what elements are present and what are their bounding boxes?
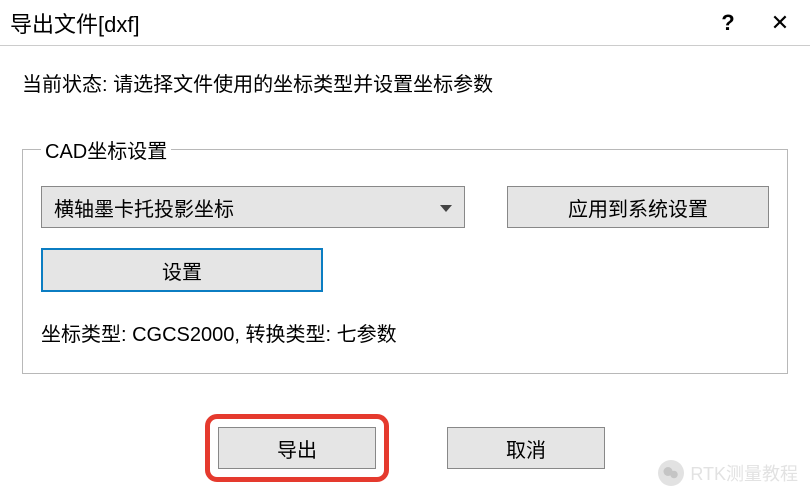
export-highlight: 导出: [205, 414, 389, 482]
fieldset-legend: CAD坐标设置: [41, 135, 171, 164]
titlebar: 导出文件[dxf] ? ✕: [0, 0, 810, 46]
export-button[interactable]: 导出: [218, 427, 376, 469]
chevron-down-icon: [440, 205, 452, 212]
cad-coord-fieldset: CAD坐标设置 横轴墨卡托投影坐标 应用到系统设置 设置 坐标类型: CGCS2…: [22, 135, 788, 374]
watermark-text: RTK测量教程: [690, 460, 798, 486]
projection-selected-value: 横轴墨卡托投影坐标: [54, 193, 234, 222]
cancel-wrap: 取消: [447, 414, 605, 482]
dialog-content: 当前状态: 请选择文件使用的坐标类型并设置坐标参数 CAD坐标设置 横轴墨卡托投…: [0, 46, 810, 374]
status-text: 请选择文件使用的坐标类型并设置坐标参数: [113, 74, 493, 96]
close-button[interactable]: ✕: [754, 10, 806, 36]
settings-label: 设置: [162, 256, 202, 285]
export-label: 导出: [277, 434, 317, 463]
cancel-label: 取消: [506, 434, 546, 463]
wechat-icon: [658, 460, 684, 486]
status-label: 当前状态:: [22, 74, 108, 96]
settings-button[interactable]: 设置: [41, 248, 323, 292]
apply-to-system-button[interactable]: 应用到系统设置: [507, 186, 769, 228]
coord-info-line: 坐标类型: CGCS2000, 转换类型: 七参数: [41, 318, 769, 347]
status-line: 当前状态: 请选择文件使用的坐标类型并设置坐标参数: [22, 68, 788, 97]
coord-row: 横轴墨卡托投影坐标 应用到系统设置: [41, 186, 769, 228]
help-button[interactable]: ?: [702, 10, 754, 36]
cancel-button[interactable]: 取消: [447, 427, 605, 469]
watermark: RTK测量教程: [658, 460, 798, 486]
projection-dropdown[interactable]: 横轴墨卡托投影坐标: [41, 186, 465, 228]
window-title: 导出文件[dxf]: [10, 7, 702, 39]
apply-label: 应用到系统设置: [568, 193, 708, 222]
